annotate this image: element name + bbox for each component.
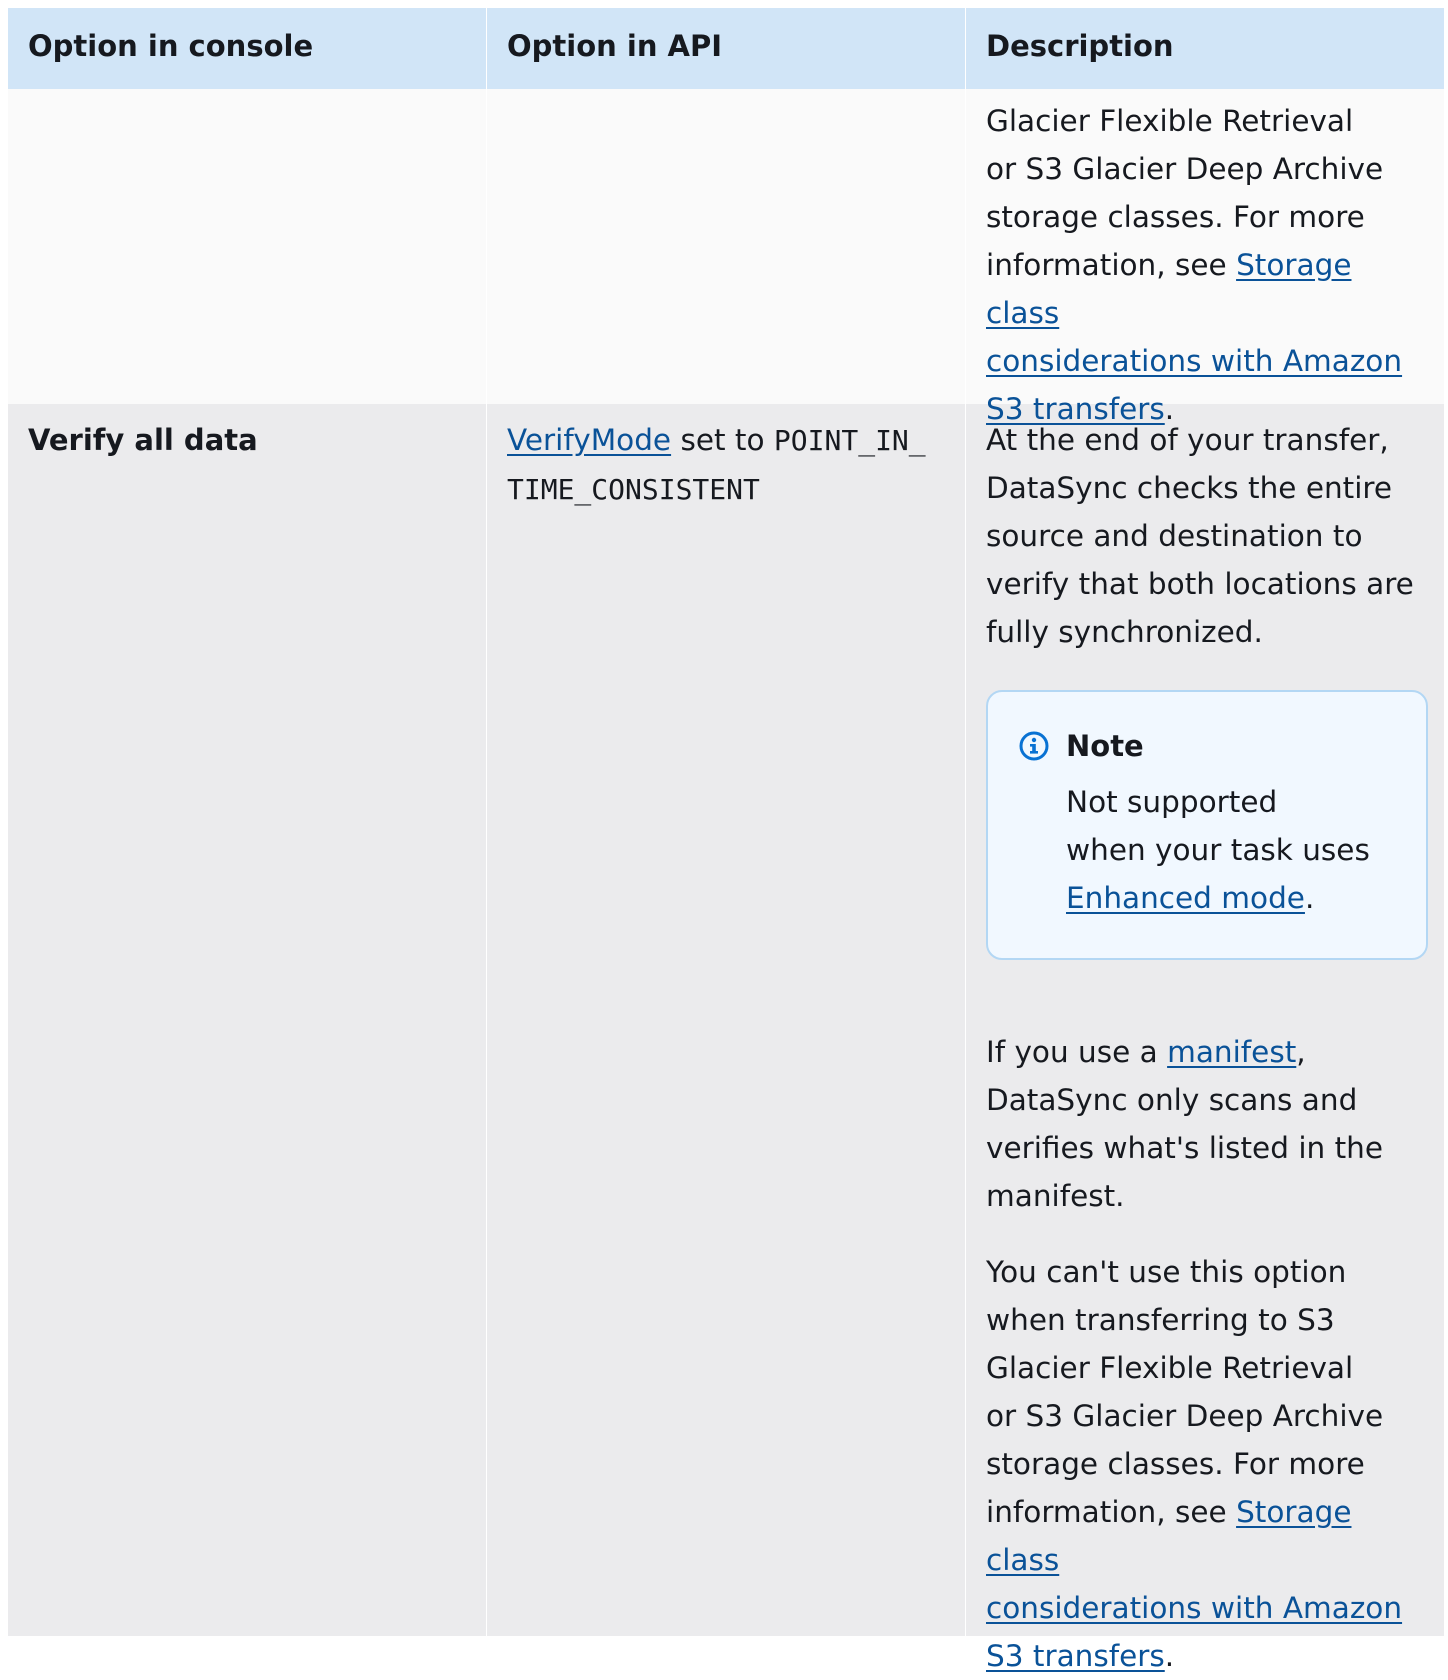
description-text: information, see <box>986 1495 1237 1529</box>
description-line: verifies what's listed in the <box>986 1131 1383 1165</box>
description-line: storage classes. For more <box>986 1447 1365 1481</box>
api-option-line: TIME_CONSISTENT <box>507 465 945 514</box>
manifest-link[interactable]: manifest <box>1167 1035 1296 1069</box>
description-line: information, see Storage class <box>986 241 1424 337</box>
note-line: when your task uses <box>1066 833 1370 867</box>
description-line: DataSync checks the entire <box>986 471 1393 505</box>
description-line: Glacier Flexible Retrieval <box>986 104 1354 138</box>
enhanced-mode-link[interactable]: Enhanced mode <box>1066 881 1305 915</box>
api-option-cell <box>487 89 966 404</box>
note-line: Not supported <box>1066 785 1278 819</box>
api-code: POINT_IN_ <box>773 424 926 457</box>
api-option-text: set to <box>671 423 774 457</box>
description-line: verify that both locations are <box>986 567 1414 601</box>
note-text: . <box>1304 881 1315 915</box>
note-header: Note <box>1018 724 1406 768</box>
note-body: Not supported when your task uses Enhanc… <box>1018 778 1406 922</box>
description-line: Glacier Flexible Retrieval <box>986 1351 1354 1385</box>
description-text: information, see <box>986 248 1237 282</box>
verifymode-link[interactable]: VerifyMode <box>507 423 671 457</box>
restriction-paragraph: You can't use this option when transferr… <box>986 1248 1424 1680</box>
info-circle-icon <box>1019 731 1049 761</box>
description-line: manifest. <box>986 1179 1125 1213</box>
note-line: Enhanced mode. <box>1066 874 1406 922</box>
api-option-line: VerifyMode set to POINT_IN_ <box>507 416 945 465</box>
description-line: when transferring to S3 <box>986 1303 1335 1337</box>
table-row: Glacier Flexible Retrieval or S3 Glacier… <box>8 89 1444 426</box>
header-description: Description <box>986 29 1174 63</box>
description-line: You can't use this option <box>986 1255 1347 1289</box>
header-option-in-console: Option in console <box>8 8 487 89</box>
console-option-cell: Verify all data <box>8 404 487 1636</box>
description-cell: At the end of your transfer, DataSync ch… <box>966 404 1444 1673</box>
description-text: If you use a <box>986 1035 1168 1069</box>
description-line: considerations with Amazon <box>986 337 1424 385</box>
note-callout: Note Not supported when your task uses E… <box>986 690 1428 960</box>
description-cell: Glacier Flexible Retrieval or S3 Glacier… <box>966 89 1444 426</box>
description-line: storage classes. For more <box>986 200 1365 234</box>
storage-class-link[interactable]: S3 transfers <box>986 1639 1165 1673</box>
description-line: or S3 Glacier Deep Archive <box>986 1399 1384 1433</box>
description-line: DataSync only scans and <box>986 1083 1358 1117</box>
storage-class-link[interactable]: considerations with Amazon <box>986 1591 1402 1625</box>
description-line: or S3 Glacier Deep Archive <box>986 152 1384 186</box>
description-line: fully synchronized. <box>986 615 1263 649</box>
note-title: Note <box>1066 729 1144 763</box>
console-option-cell <box>8 89 487 404</box>
storage-class-link[interactable]: considerations with Amazon <box>986 344 1402 378</box>
description-text: , <box>1296 1035 1306 1069</box>
manifest-paragraph: If you use a manifest, DataSync only sca… <box>986 1028 1424 1220</box>
description-line: source and destination to <box>986 519 1363 553</box>
description-line: S3 transfers. <box>986 1632 1424 1680</box>
description-line: information, see Storage class <box>986 1488 1424 1584</box>
console-option-label: Verify all data <box>28 423 258 457</box>
api-option-cell: VerifyMode set to POINT_IN_ TIME_CONSIST… <box>487 404 966 1636</box>
description-line: At the end of your transfer, <box>986 423 1389 457</box>
api-code: TIME_CONSISTENT <box>507 473 760 506</box>
description-line: If you use a manifest, <box>986 1028 1424 1076</box>
description-text: . <box>1164 1639 1175 1673</box>
table-row: Verify all data VerifyMode set to POINT_… <box>8 404 1444 1673</box>
header-option-in-api: Option in API <box>487 8 966 89</box>
table-header-row: Option in console Option in API Descript… <box>8 8 1444 89</box>
options-table: Option in console Option in API Descript… <box>8 8 1444 1673</box>
description-line: considerations with Amazon <box>986 1584 1424 1632</box>
